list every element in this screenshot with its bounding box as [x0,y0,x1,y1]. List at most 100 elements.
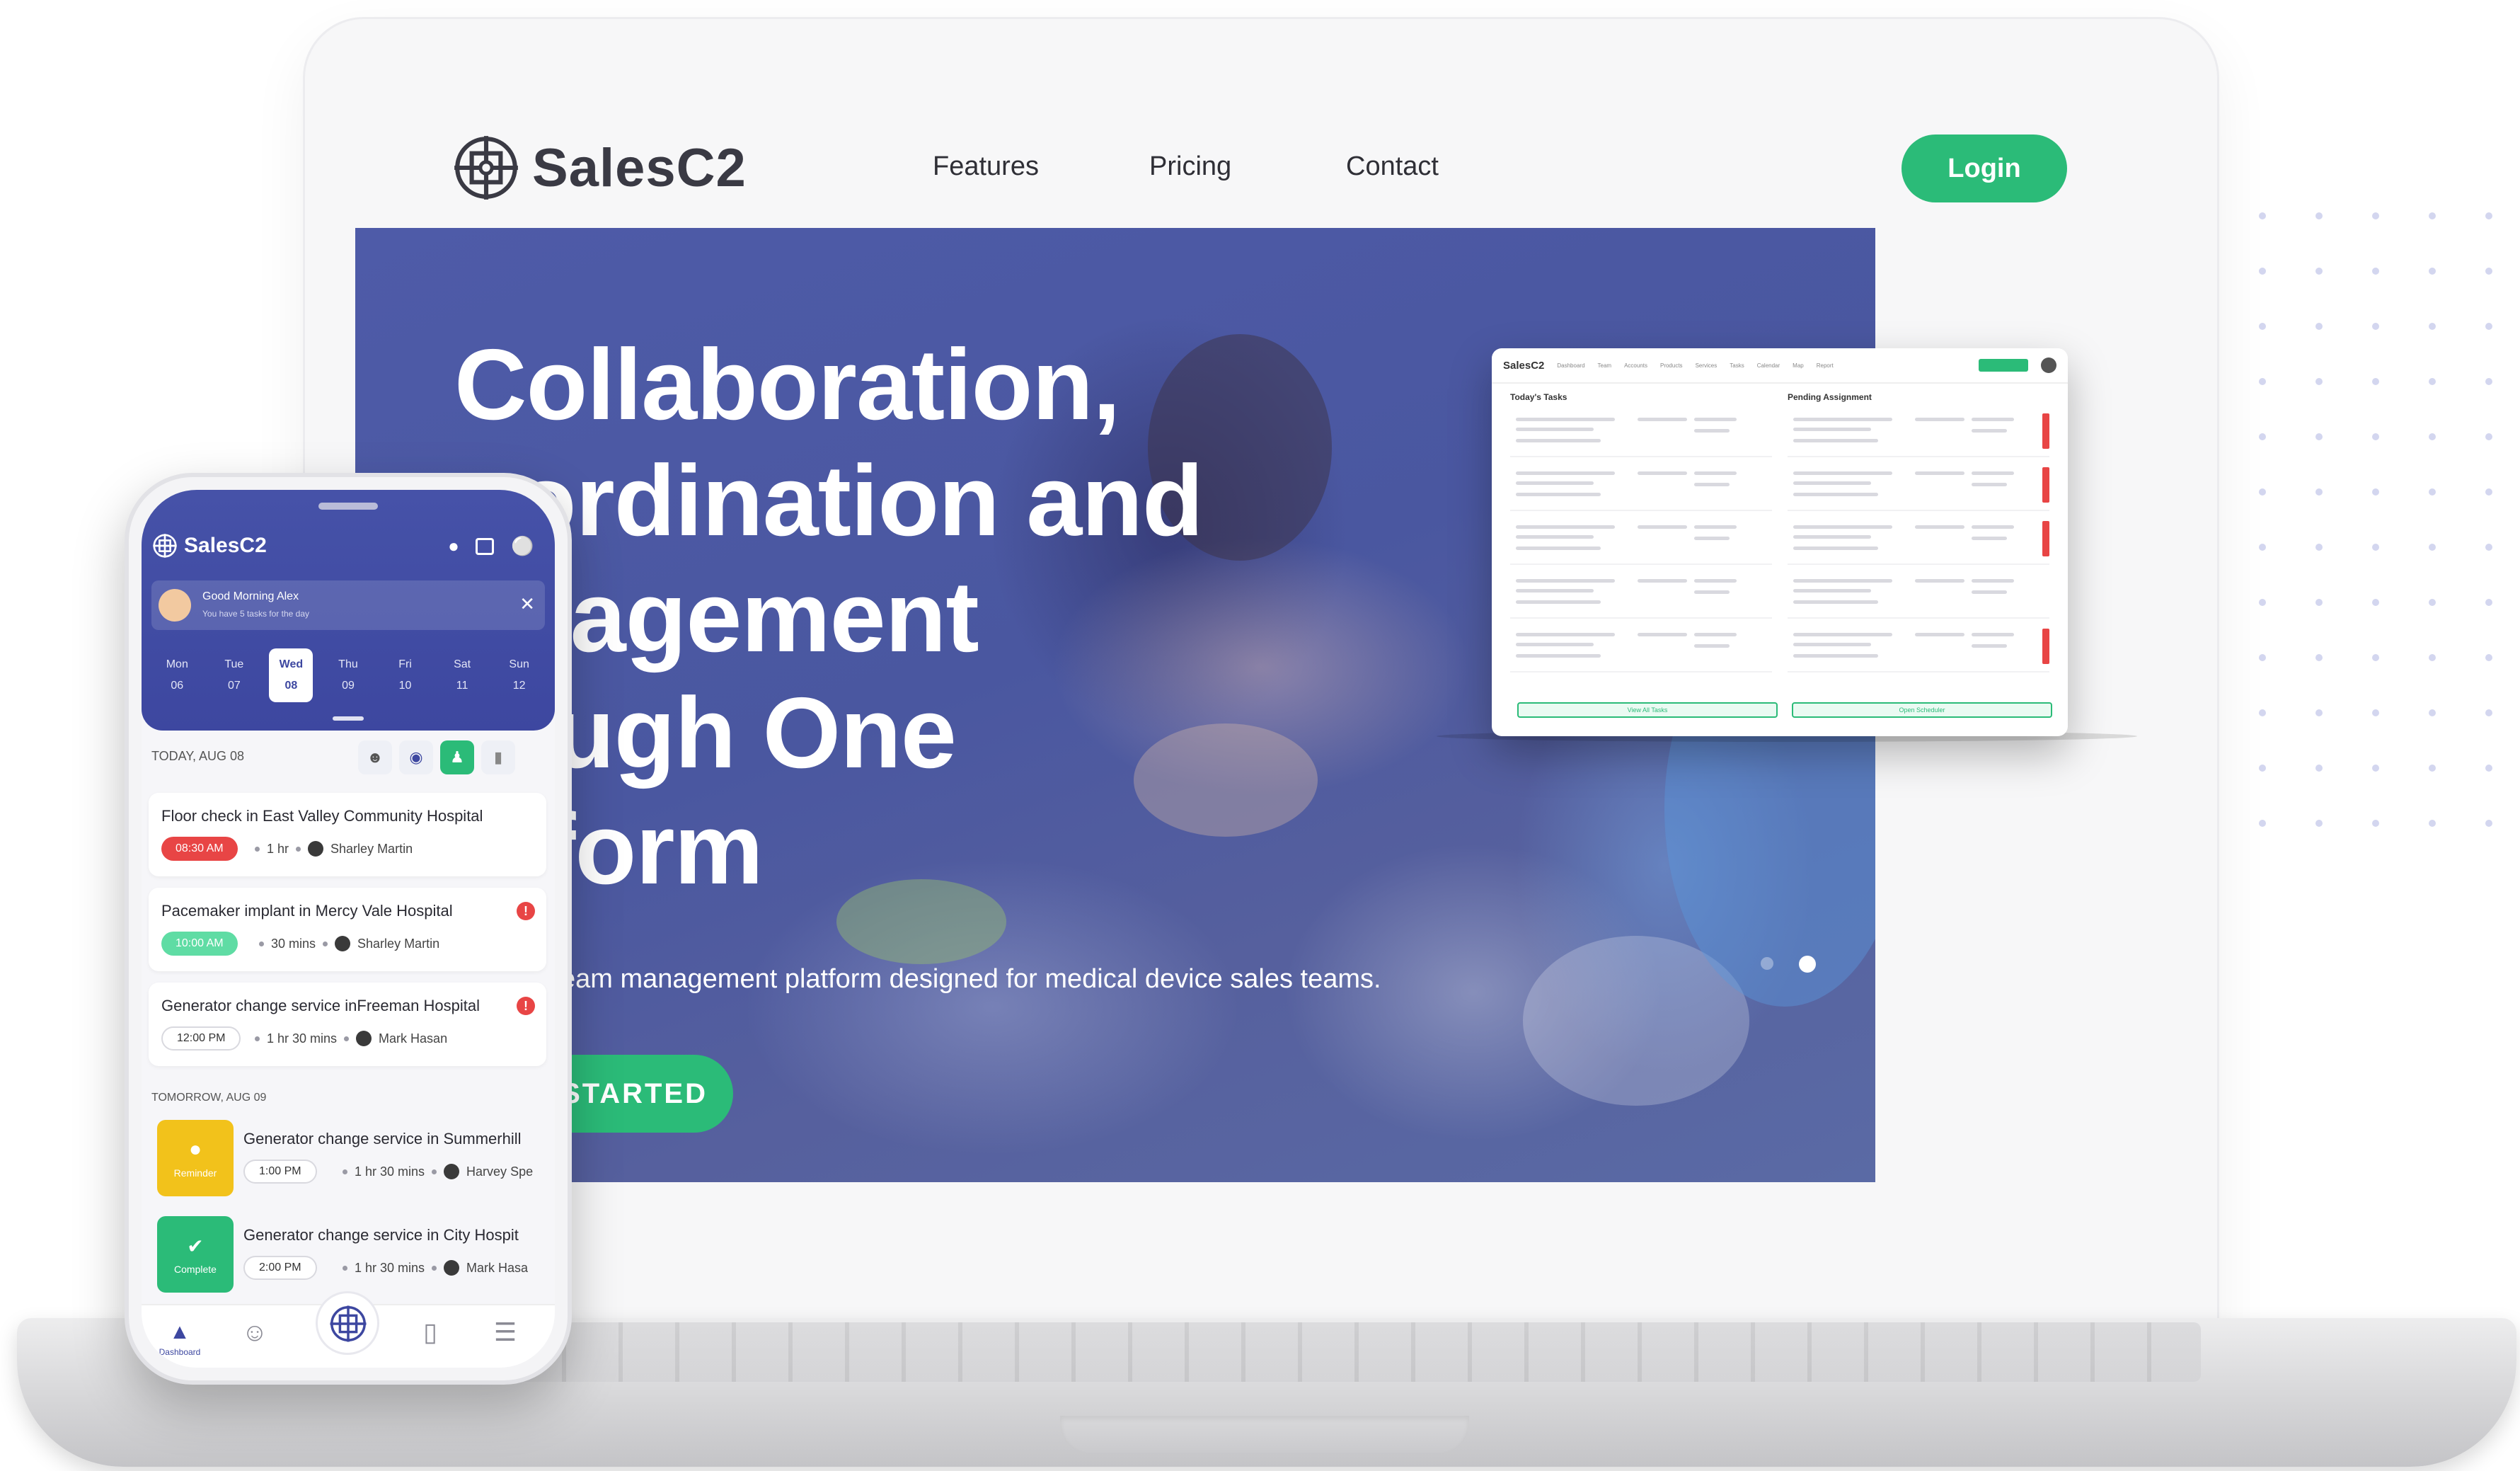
nav-contact-link[interactable]: Contact [1346,151,1439,182]
decorative-dot [2372,765,2379,772]
task-meta: 1 hr Sharley Martin [255,837,413,861]
decorative-dot [2485,765,2492,772]
decorative-dot [2315,268,2323,275]
decorative-dot [2259,544,2266,551]
phone-speaker [318,503,378,510]
open-scheduler-button[interactable]: Open Scheduler [1792,702,2052,718]
day-number: 10 [398,680,412,692]
bell-icon: ● [188,1138,202,1161]
check-icon: ✔ [187,1235,204,1257]
bullet [343,1169,347,1174]
tab-dashboard[interactable]: ▲ Dashboard [159,1318,201,1358]
bullet [432,1265,437,1271]
dashboard-preview-tab: Report [1816,362,1834,369]
decorative-dot [2429,599,2436,606]
carousel-dot[interactable] [1761,957,1773,970]
decorative-dot [2259,323,2266,330]
preview-text-line [1516,439,1601,442]
nav-features-link[interactable]: Features [933,151,1039,182]
decorative-dot [2259,433,2266,440]
preview-text-line [1516,546,1601,550]
preview-text-line [1638,525,1687,529]
preview-text-line [1516,481,1594,485]
phone-mockup: SalesC2 ● ⚪ Good Morning Alex You have 5… [125,473,572,1385]
decorative-dot [2429,654,2436,661]
preview-text-line [1793,600,1878,604]
preview-text-line [1793,633,1892,636]
decorative-dot [2429,765,2436,772]
day-name: Thu [338,658,358,670]
day-sun[interactable]: Sun 12 [497,648,541,702]
add-person-icon[interactable]: ♟ [440,740,474,774]
view-all-tasks-button[interactable]: View All Tasks [1517,702,1778,718]
preview-text-line [1972,579,2014,583]
day-thu[interactable]: Thu 09 [326,648,370,702]
preview-task-row [1788,515,2049,565]
decorative-dot [2372,433,2379,440]
alert-icon: ! [517,997,535,1015]
preview-text-line [1793,643,1871,646]
site-logo[interactable]: SalesC2 [450,132,747,204]
laptop-keyboard [340,1322,2201,1382]
clipboard-icon[interactable]: ▯ [409,1318,451,1346]
task-assignee: Mark Hasa [466,1260,529,1275]
bell-icon[interactable]: ⚪ [511,535,534,556]
team-icon[interactable]: ☺ [234,1318,276,1346]
calendar-icon[interactable] [476,538,494,555]
preview-text-line [1638,418,1687,421]
preview-text-line [1694,633,1737,636]
preview-text-line [1694,579,1737,583]
avatar [356,1031,372,1046]
day-mon[interactable]: Mon 06 [155,648,199,702]
preview-text-line [1972,537,2007,540]
tomorrow-section-label: TOMORROW, AUG 09 [151,1092,267,1104]
salesc2-logo-icon [330,1305,367,1342]
day-fri[interactable]: Fri 10 [384,648,427,702]
phone-brand-name: SalesC2 [184,534,267,557]
center-logo-button[interactable] [316,1291,379,1355]
decorative-dot [2372,654,2379,661]
dashboard-preview-tab: Map [1793,362,1804,369]
hero-subtitle: eam management platform designed for med… [560,964,1381,994]
location-pin-icon[interactable]: ● [443,535,464,556]
avatar [308,841,324,857]
task-title: Generator change service inFreeman Hospi… [161,997,481,1014]
task-card[interactable]: Pacemaker implant in Mercy Vale Hospital… [149,888,546,971]
greeting-banner: Good Morning Alex You have 5 tasks for t… [151,580,545,630]
day-tue[interactable]: Tue 07 [212,648,256,702]
day-sat[interactable]: Sat 11 [440,648,484,702]
decorative-dot [2372,820,2379,827]
dashboard-preview-tab: Tasks [1730,362,1744,369]
task-card[interactable]: Generator change service inFreeman Hospi… [149,983,546,1066]
dashboard-preview-tab: Team [1597,362,1612,369]
preview-text-line [1915,418,1964,421]
carousel-dot-active[interactable] [1799,956,1816,973]
decorative-dot [2315,709,2323,716]
day-number: 11 [456,680,468,692]
brand-name: SalesC2 [532,137,747,198]
dashboard-preview-tab: Calendar [1756,362,1780,369]
assign-user-icon[interactable]: ☻ [358,740,392,774]
close-icon[interactable]: ✕ [519,593,535,614]
preview-text-line [1793,525,1892,529]
decorative-dot [2315,433,2323,440]
bullet [296,846,301,852]
preview-text-line [1972,471,2014,475]
task-card[interactable]: Floor check in East Valley Community Hos… [149,793,546,876]
menu-icon[interactable]: ☰ [484,1318,527,1346]
chart-icon[interactable]: ▮ [481,740,515,774]
decorative-dot [2315,323,2323,330]
task-card[interactable]: ✔ Complete Generator change service in C… [149,1210,546,1300]
nav-pricing-link[interactable]: Pricing [1149,151,1231,182]
preview-text-line [1915,525,1964,529]
day-wed-selected[interactable]: Wed 08 [269,648,313,702]
login-button[interactable]: Login [1901,134,2067,202]
decorative-dot [2429,544,2436,551]
drag-handle[interactable] [333,716,364,721]
task-card[interactable]: ● Reminder Generator change service in S… [149,1114,546,1203]
team-avatar-icon[interactable]: ◉ [399,740,433,774]
task-duration: 1 hr [267,841,289,856]
preview-text-line [1793,535,1871,539]
dashboard-preview-tab: Products [1659,362,1683,369]
pending-assignment-column: Pending Assignment [1788,392,2049,677]
